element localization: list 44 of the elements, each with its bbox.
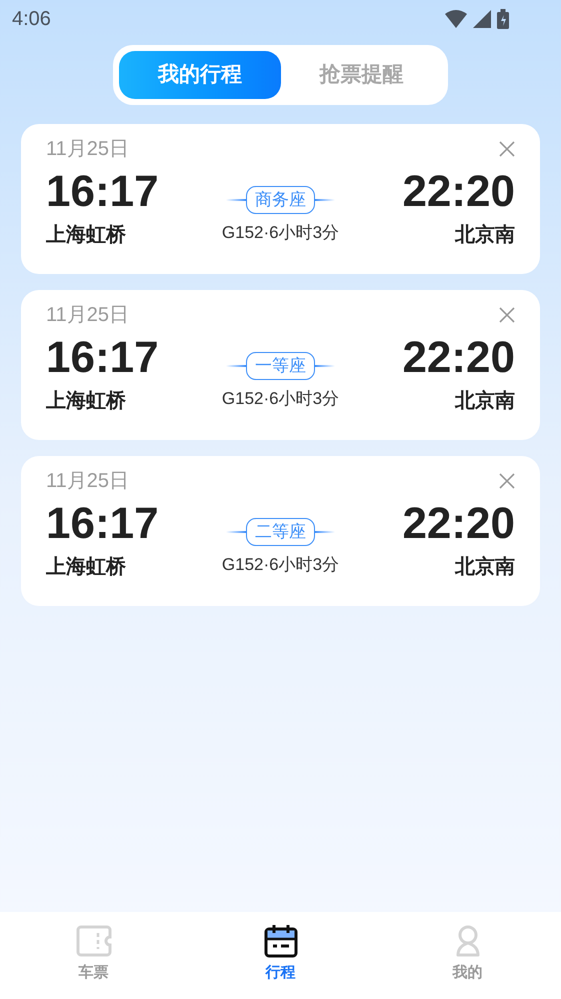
wifi-icon [445,10,467,28]
route-line [314,199,335,201]
train-info: G152·6小时3分 [222,388,340,410]
route-line [314,365,335,367]
arrive-time: 22:20 [402,498,515,550]
route-line [226,199,246,201]
trip-date: 11月25日 [46,469,130,494]
ticket-icon [76,924,112,958]
nav-item[interactable]: 车票 [0,912,187,999]
depart-station: 上海虹桥 [46,555,127,580]
calendar-icon [262,924,298,958]
route-line [226,365,246,367]
depart-station: 上海虹桥 [46,223,127,248]
depart-station: 上海虹桥 [46,389,127,414]
seat-class: 一等座 [246,352,315,380]
status-time: 4:06 [12,7,51,32]
nav-item[interactable]: 行程 [187,912,374,999]
depart-time: 16:17 [46,332,159,384]
arrive-station: 北京南 [454,388,515,414]
seat-class: 商务座 [246,186,315,214]
battery-icon [497,9,509,29]
signal-icon [473,10,491,28]
close-icon[interactable] [499,473,515,489]
arrive-station: 北京南 [454,554,515,580]
train-info: G152·6小时3分 [222,554,340,576]
tab[interactable]: 我的行程 [119,51,280,99]
route-line [314,531,335,533]
arrive-time: 22:20 [402,332,515,384]
close-icon[interactable] [499,307,515,323]
train-info: G152·6小时3分 [222,222,340,244]
arrive-station: 北京南 [454,222,515,248]
trip-date: 11月25日 [46,137,130,162]
close-icon[interactable] [499,141,515,157]
trip-date: 11月25日 [46,303,130,328]
trip-card[interactable]: 11月25日 16:17 上海虹桥 二等座 G152·6小时3分 22:20 北京南 [21,456,540,606]
seat-class: 二等座 [246,518,315,546]
tab[interactable]: 抢票提醒 [280,51,442,99]
trip-card[interactable]: 11月25日 16:17 上海虹桥 一等座 G152·6小时3分 22:20 北京南 [21,290,540,440]
route-line [226,531,246,533]
trip-card[interactable]: 11月25日 16:17 上海虹桥 商务座 G152·6小时3分 22:20 北京南 [21,124,540,274]
nav-item[interactable]: 我的 [374,912,561,999]
arrive-time: 22:20 [402,166,515,218]
depart-time: 16:17 [46,166,159,218]
depart-time: 16:17 [46,498,159,550]
